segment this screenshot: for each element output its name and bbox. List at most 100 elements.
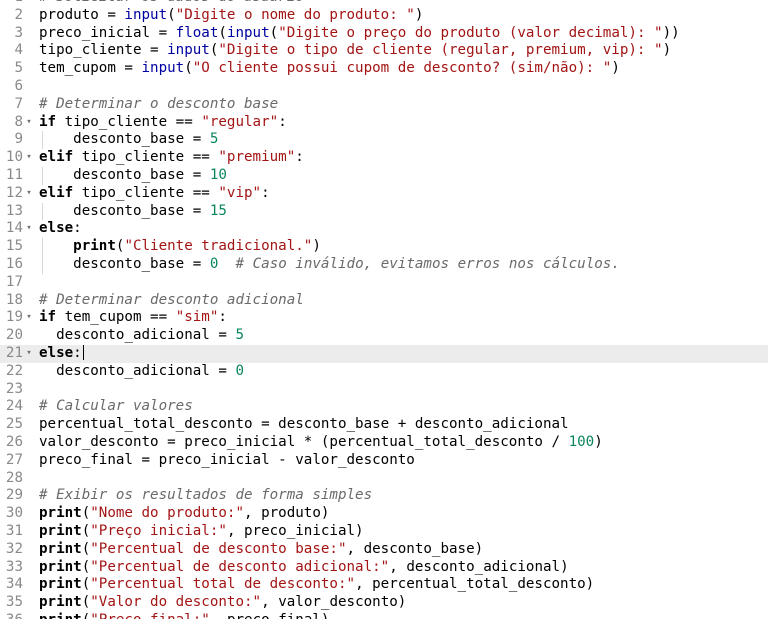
code-token: ) xyxy=(414,6,424,23)
code-text[interactable]: elif tipo_cliente == "premium": xyxy=(39,149,304,167)
line-number: 2 xyxy=(14,6,23,23)
code-text[interactable]: print("Percentual total de desconto:", p… xyxy=(39,576,594,594)
code-text[interactable]: if tipo_cliente == "regular": xyxy=(39,114,287,132)
code-line[interactable]: 35 print("Valor do desconto:", valor_desc… xyxy=(0,594,768,612)
code-line[interactable]: 28 xyxy=(0,470,768,488)
code-line[interactable]: 10 ▾ elif tipo_cliente == "premium": xyxy=(0,149,768,167)
code-line[interactable]: 2 produto = input("Digite o nome do produ… xyxy=(0,7,768,25)
code-text[interactable]: print("Percentual de desconto base:", de… xyxy=(39,541,483,559)
code-text[interactable]: valor_desconto = preco_inicial * (percen… xyxy=(39,434,603,452)
code-text[interactable]: # Determinar desconto adicional xyxy=(39,292,304,310)
code-text[interactable]: # Determinar o desconto base xyxy=(39,96,278,114)
line-number: 18 xyxy=(5,291,23,308)
code-line[interactable]: 12 ▾ elif tipo_cliente == "vip": xyxy=(0,185,768,203)
line-number: 21 xyxy=(5,344,23,361)
code-line[interactable]: 5 tem_cupom = input("O cliente possui cup… xyxy=(0,60,768,78)
code-text[interactable]: # Solicitar os dados do usuário xyxy=(39,0,304,7)
code-text[interactable]: desconto_adicional = 5 xyxy=(39,327,244,345)
code-token: ( xyxy=(81,594,91,611)
code-line[interactable]: 36 print("Preço final:", preco_final) xyxy=(0,612,768,619)
code-text[interactable]: desconto_base = 0 # Caso inválido, evita… xyxy=(39,256,620,274)
code-line[interactable]: 27 preco_final = preco_inicial - valor_de… xyxy=(0,452,768,470)
code-lines[interactable]: 1 # Solicitar os dados do usuário 2 produto… xyxy=(0,0,768,619)
code-text[interactable]: else: xyxy=(39,220,82,238)
code-token: tem_cupom = xyxy=(39,60,142,77)
code-text[interactable]: print("Percentual de desconto adicional:… xyxy=(39,559,569,577)
text-cursor xyxy=(82,345,84,361)
code-line[interactable]: 4 tipo_cliente = input("Digite o tipo de … xyxy=(0,42,768,60)
code-line[interactable]: 21 ▾ else: xyxy=(0,344,768,363)
code-editor[interactable]: 1 # Solicitar os dados do usuário 2 produto… xyxy=(0,0,768,619)
code-line[interactable]: 7 # Determinar o desconto base xyxy=(0,96,768,114)
code-line[interactable]: 20 desconto_adicional = 5 xyxy=(0,327,768,345)
code-text[interactable]: percentual_total_desconto = desconto_bas… xyxy=(39,416,569,434)
code-text[interactable]: print("Valor do desconto:", valor_descon… xyxy=(39,594,406,612)
code-line[interactable]: 1 # Solicitar os dados do usuário xyxy=(0,0,768,7)
code-token: # Exibir os resultados de forma simples xyxy=(39,487,373,504)
fold-arrow-icon[interactable]: ▾ xyxy=(24,345,34,363)
code-text[interactable]: tipo_cliente = input("Digite o tipo de c… xyxy=(39,42,671,60)
code-token: desconto_base = xyxy=(39,202,210,219)
code-text[interactable]: print("Cliente tradicional.") xyxy=(39,238,321,256)
line-number: 1 xyxy=(0,0,23,7)
code-line[interactable]: 9 desconto_base = 5 xyxy=(0,131,768,150)
fold-arrow-icon[interactable]: ▾ xyxy=(24,220,34,238)
code-token: : xyxy=(73,344,82,361)
code-text[interactable]: print("Preço inicial:", preco_inicial) xyxy=(39,523,364,541)
code-text[interactable]: preco_inicial = float(input("Digite o pr… xyxy=(39,25,680,43)
code-text[interactable]: else: xyxy=(39,345,84,363)
fold-arrow-icon[interactable]: ▾ xyxy=(24,114,34,132)
code-line[interactable]: 13 desconto_base = 15 xyxy=(0,202,768,221)
code-line[interactable]: 26 valor_desconto = preco_inicial * (perc… xyxy=(0,434,768,452)
code-token: tipo_cliente == xyxy=(73,184,219,201)
code-text[interactable]: desconto_base = 15 xyxy=(39,203,227,221)
code-text[interactable]: # Calcular valores xyxy=(39,398,193,416)
code-text[interactable]: desconto_base = 5 xyxy=(39,131,218,149)
code-token: print xyxy=(39,522,82,539)
fold-arrow-icon[interactable]: ▾ xyxy=(24,149,34,167)
fold-arrow-icon[interactable]: ▾ xyxy=(24,185,34,203)
code-token: "Cliente tradicional." xyxy=(124,238,313,255)
fold-arrow-icon[interactable]: ▾ xyxy=(24,309,34,327)
code-token: print xyxy=(39,540,82,557)
code-token: input xyxy=(124,6,168,23)
code-line[interactable]: 15 print("Cliente tradicional.") xyxy=(0,238,768,256)
code-line[interactable]: 34 print("Percentual total de desconto:",… xyxy=(0,576,768,594)
line-number: 30 xyxy=(5,505,23,522)
code-token: 0 xyxy=(235,362,245,379)
code-text[interactable]: desconto_base = 10 xyxy=(39,167,227,185)
code-text[interactable]: desconto_adicional = 0 xyxy=(39,363,244,381)
code-line[interactable]: 30 print("Nome do produto:", produto) xyxy=(0,505,768,523)
code-line[interactable]: 14 ▾ else: xyxy=(0,220,768,238)
code-line[interactable]: 29 # Exibir os resultados de forma simple… xyxy=(0,487,768,505)
code-text[interactable]: produto = input("Digite o nome do produt… xyxy=(39,7,423,25)
code-text[interactable]: # Exibir os resultados de forma simples xyxy=(39,487,372,505)
code-text[interactable]: if tem_cupom == "sim": xyxy=(39,309,227,327)
code-line[interactable]: 24 # Calcular valores xyxy=(0,398,768,416)
code-token: tipo_cliente == xyxy=(56,113,202,130)
code-line[interactable]: 25 percentual_total_desconto = desconto_b… xyxy=(0,416,768,434)
code-text[interactable]: elif tipo_cliente == "vip": xyxy=(39,185,270,203)
code-line[interactable]: 8 ▾ if tipo_cliente == "regular": xyxy=(0,114,768,132)
code-token: desconto_base = xyxy=(39,166,210,183)
code-line[interactable]: 3 preco_inicial = float(input("Digite o p… xyxy=(0,25,768,43)
code-text[interactable]: print("Preço final:", preco_final) xyxy=(39,612,329,619)
code-line[interactable]: 33 print("Percentual de desconto adiciona… xyxy=(0,559,768,577)
code-line[interactable]: 16 desconto_base = 0 # Caso inválido, ev… xyxy=(0,255,768,274)
code-line[interactable]: 23 xyxy=(0,381,768,399)
code-line[interactable]: 11 desconto_base = 10 xyxy=(0,166,768,185)
code-line[interactable]: 17 xyxy=(0,274,768,292)
code-text[interactable]: tem_cupom = input("O cliente possui cupo… xyxy=(39,60,620,78)
code-line[interactable]: 31 print("Preço inicial:", preco_inicial) xyxy=(0,523,768,541)
code-line[interactable]: 22 desconto_adicional = 0 xyxy=(0,363,768,381)
code-token: # Calcular valores xyxy=(39,398,193,415)
code-line[interactable]: 18 # Determinar desconto adicional xyxy=(0,292,768,310)
code-token: "regular" xyxy=(201,113,279,130)
code-text[interactable]: print("Nome do produto:", produto) xyxy=(39,505,329,523)
code-line[interactable]: 6 xyxy=(0,78,768,96)
code-line[interactable]: 32 print("Percentual de desconto base:", … xyxy=(0,541,768,559)
code-text[interactable]: preco_final = preco_inicial - valor_desc… xyxy=(39,452,415,470)
code-line[interactable]: 19 ▾ if tem_cupom == "sim": xyxy=(0,309,768,327)
